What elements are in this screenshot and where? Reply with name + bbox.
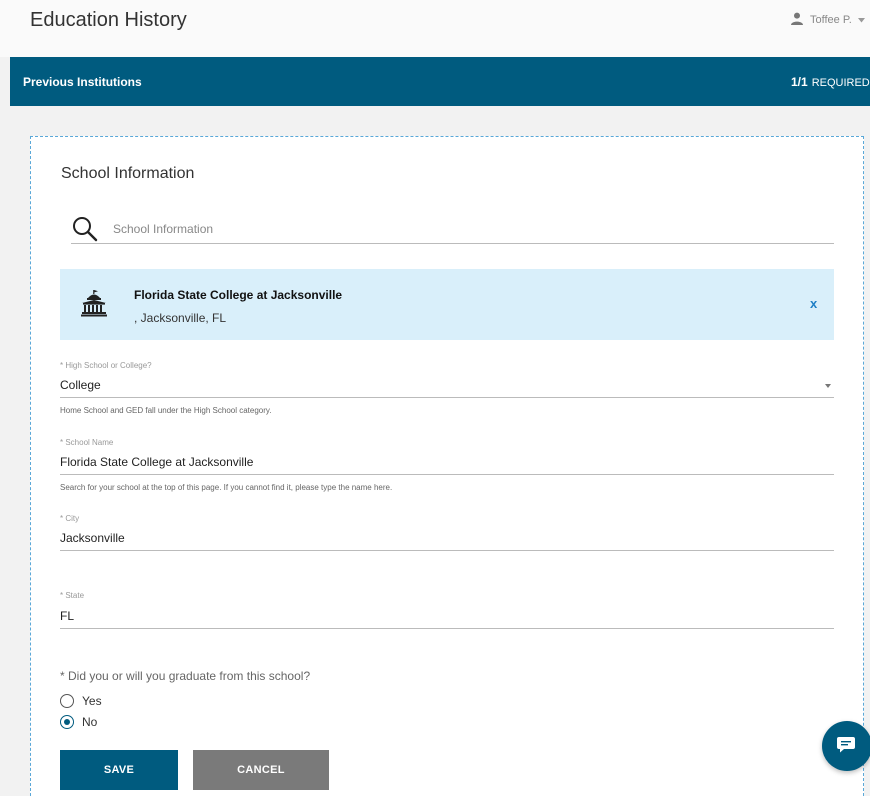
chevron-down-icon <box>857 14 865 26</box>
chevron-down-icon[interactable] <box>825 384 831 388</box>
chat-button[interactable] <box>822 721 870 771</box>
cancel-button[interactable]: CANCEL <box>193 750 329 790</box>
radio-unchecked-icon <box>60 694 74 708</box>
user-icon <box>790 12 804 28</box>
school-building-icon <box>80 289 108 322</box>
school-search-input[interactable] <box>113 221 813 237</box>
search-icon <box>71 215 101 248</box>
user-name: Toffee P. <box>810 14 852 26</box>
card-title: School Information <box>61 165 195 182</box>
city-label: * City <box>60 514 80 523</box>
school-name-help: Search for your school at the top of thi… <box>60 483 393 492</box>
selected-school: Florida State College at Jacksonville , … <box>60 269 834 340</box>
page-title: Education History <box>30 9 187 31</box>
section-title: Previous Institutions <box>23 75 142 89</box>
required-label: REQUIRED <box>811 77 870 89</box>
save-button[interactable]: SAVE <box>60 750 178 790</box>
state-input[interactable]: FL <box>60 609 74 623</box>
radio-checked-icon <box>60 715 74 729</box>
city-input[interactable]: Jacksonville <box>60 531 125 545</box>
top-bar: Education History Toffee P. <box>0 0 870 57</box>
school-card: School Information Flo <box>30 136 864 796</box>
graduated-question: * Did you or will you graduate from this… <box>60 669 311 683</box>
radio-label: No <box>82 715 98 729</box>
selected-school-location: , Jacksonville, FL <box>134 311 227 325</box>
school-type-select[interactable]: College <box>60 378 101 392</box>
section-header: Previous Institutions 1/1 REQUIRED <box>10 57 870 106</box>
school-search <box>71 215 834 244</box>
selected-school-name: Florida State College at Jacksonville <box>134 288 343 302</box>
section-progress: 1/1 REQUIRED <box>791 75 870 89</box>
progress-count: 1/1 <box>791 75 808 89</box>
graduated-yes-radio[interactable]: Yes <box>60 694 102 708</box>
chat-icon <box>837 737 855 753</box>
school-type-label: * High School or College? <box>60 361 152 370</box>
state-label: * State <box>60 591 85 600</box>
graduated-no-radio[interactable]: No <box>60 715 97 729</box>
school-name-input[interactable]: Florida State College at Jacksonville <box>60 455 253 469</box>
school-name-label: * School Name <box>60 438 114 447</box>
remove-school-button[interactable]: x <box>810 296 817 311</box>
radio-label: Yes <box>82 694 102 708</box>
school-type-help: Home School and GED fall under the High … <box>60 406 272 415</box>
user-menu[interactable]: Toffee P. <box>790 12 865 28</box>
